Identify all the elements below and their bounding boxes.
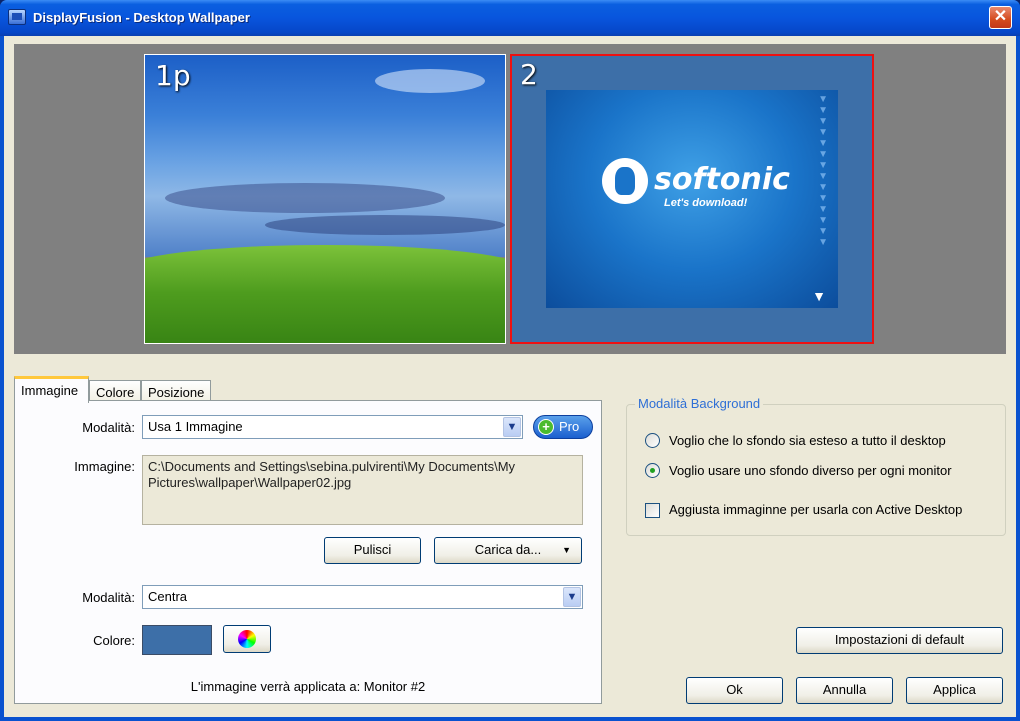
- apply-button[interactable]: Applica: [906, 677, 1003, 704]
- softonic-logo-text: softonic: [654, 162, 790, 197]
- radio-span-desktop[interactable]: [645, 433, 660, 448]
- title-bar[interactable]: DisplayFusion - Desktop Wallpaper ✕: [0, 0, 1020, 36]
- position-mode-dropdown[interactable]: Centra ▼: [142, 585, 583, 609]
- pro-plus-icon: +: [538, 419, 554, 435]
- image-path-field[interactable]: C:\Documents and Settings\sebina.pulvire…: [142, 455, 583, 525]
- dropdown-arrow-icon: ▼: [562, 545, 571, 555]
- cloud: [375, 69, 485, 93]
- active-desktop-label[interactable]: Aggiusta immaginne per usarla con Active…: [669, 502, 962, 517]
- softonic-tagline: Let's download!: [664, 197, 748, 209]
- tab-posizione[interactable]: Posizione: [141, 380, 211, 402]
- tab-colore[interactable]: Colore: [89, 380, 141, 402]
- pro-button[interactable]: + Pro: [533, 415, 593, 439]
- monitor-2-preview[interactable]: softonic Let's download! ▼ ▼ ▼ ▼ ▼ ▼ ▼ ▼ ▼ ▼ ▼ ▼ ▼ ▼ …: [510, 54, 874, 344]
- monitor-2-label: 2: [520, 58, 538, 91]
- active-desktop-checkbox[interactable]: [645, 503, 660, 518]
- radio-per-monitor[interactable]: [645, 463, 660, 478]
- color-wheel-icon: [238, 630, 256, 648]
- window-title: DisplayFusion - Desktop Wallpaper: [33, 10, 250, 25]
- close-icon: ✕: [993, 8, 1008, 25]
- color-picker-button[interactable]: [223, 625, 271, 653]
- window: DisplayFusion - Desktop Wallpaper ✕ 1p s…: [0, 0, 1020, 721]
- defaults-button[interactable]: Impostazioni di default: [796, 627, 1003, 654]
- cancel-button[interactable]: Annulla: [796, 677, 893, 704]
- monitor-preview: 1p softonic Let's download! ▼ ▼ ▼ ▼ ▼ ▼ ▼ ▼ ▼ ▼ ▼ ▼…: [14, 44, 1006, 354]
- pro-label: Pro: [559, 419, 580, 434]
- dropdown-arrow-icon: ▼: [563, 587, 581, 607]
- tab-panel-immagine: Modalità: Usa 1 Immagine ▼ + Pro Immagin…: [14, 400, 602, 704]
- position-mode-value: Centra: [148, 589, 188, 604]
- load-from-label: Carica da...: [474, 542, 542, 557]
- color-swatch[interactable]: [142, 625, 212, 655]
- softonic-mascot-icon: [602, 158, 648, 204]
- close-button[interactable]: ✕: [989, 6, 1012, 29]
- softonic-wallpaper: softonic Let's download! ▼ ▼ ▼ ▼ ▼ ▼ ▼ ▼ ▼ ▼ ▼ ▼ ▼ ▼ …: [546, 90, 838, 308]
- clear-button[interactable]: Pulisci: [324, 537, 421, 564]
- mode-dropdown[interactable]: Usa 1 Immagine ▼: [142, 415, 523, 439]
- monitor-1-preview[interactable]: 1p: [144, 54, 506, 344]
- wallpaper-hill: [145, 245, 505, 343]
- dropdown-arrow-icon: ▼: [503, 417, 521, 437]
- monitor-1-label: 1p: [155, 59, 191, 92]
- tab-immagine[interactable]: Immagine: [14, 376, 89, 403]
- cloud: [165, 183, 445, 213]
- ok-button[interactable]: Ok: [686, 677, 783, 704]
- option-span-label[interactable]: Voglio che lo sfondo sia esteso a tutto …: [669, 433, 946, 448]
- load-from-button[interactable]: Carica da... ▼: [434, 537, 582, 564]
- color-label: Colore:: [93, 633, 135, 648]
- mode-value: Usa 1 Immagine: [148, 419, 243, 434]
- chevron-icon: ▼ ▼ ▼ ▼ ▼ ▼ ▼ ▼ ▼ ▼ ▼ ▼ ▼ ▼: [818, 94, 828, 248]
- option-per-monitor-label[interactable]: Voglio usare uno sfondo diverso per ogni…: [669, 463, 952, 478]
- arrow-down-icon: ▼: [812, 288, 826, 304]
- background-mode-group: Modalità Background Voglio che lo sfondo…: [626, 396, 1006, 536]
- cloud: [265, 215, 505, 235]
- image-label: Immagine:: [74, 459, 135, 474]
- position-mode-label: Modalità:: [82, 590, 135, 605]
- applied-to-text: L'immagine verrà applicata a: Monitor #2: [190, 679, 426, 694]
- group-title: Modalità Background: [635, 396, 764, 411]
- mode-label: Modalità:: [82, 420, 135, 435]
- app-icon: [8, 9, 26, 25]
- client-area: 1p softonic Let's download! ▼ ▼ ▼ ▼ ▼ ▼ ▼ ▼ ▼ ▼ ▼ ▼…: [4, 36, 1016, 717]
- softonic-logo: softonic Let's download!: [602, 158, 790, 218]
